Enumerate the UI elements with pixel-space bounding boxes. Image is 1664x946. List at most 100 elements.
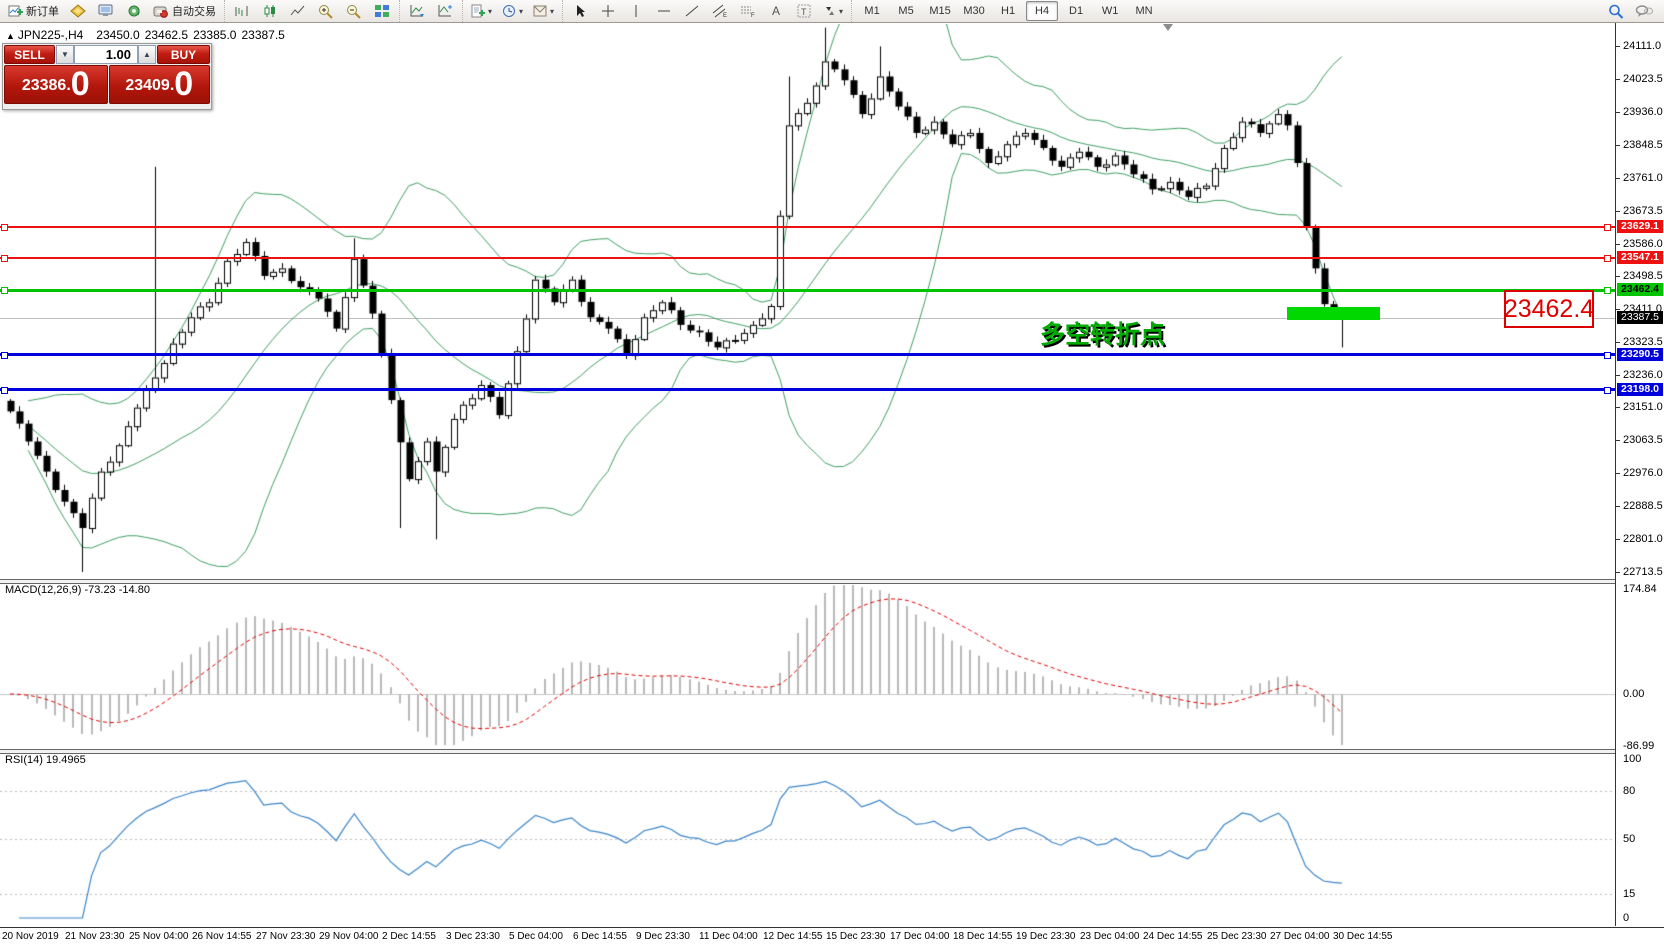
metaeditor-button[interactable]	[65, 1, 91, 21]
level-price-label: 23547.1	[1617, 251, 1663, 264]
line-chart-button[interactable]	[285, 1, 311, 21]
indicator-window-button[interactable]	[404, 1, 430, 21]
level-line-handle[interactable]	[1604, 287, 1611, 294]
price-callout-label[interactable]: 23462.4	[1504, 290, 1594, 328]
level-price-label: 23290.5	[1617, 348, 1663, 361]
timeframe-button-h1[interactable]: H1	[992, 1, 1024, 21]
timeframe-button-m1[interactable]: M1	[856, 1, 888, 21]
add-indicator-dropdown[interactable]: ▾	[488, 7, 492, 16]
price-axis-label: 23673.5	[1623, 205, 1663, 217]
cursor-icon	[574, 4, 586, 18]
buy-price-main: 23409	[125, 71, 170, 101]
collapse-icon[interactable]: ▲	[6, 31, 15, 41]
level-line-handle[interactable]	[1, 255, 8, 262]
timeframe-button-m15[interactable]: M15	[924, 1, 956, 21]
signals-button[interactable]	[121, 1, 147, 21]
volume-increase-button[interactable]: ▲	[138, 45, 156, 64]
trendline-button[interactable]	[679, 1, 705, 21]
highlight-rectangle[interactable]	[1287, 307, 1380, 320]
bar-chart-icon	[234, 4, 250, 18]
community-button[interactable]	[1631, 1, 1657, 21]
templates-button[interactable]: ▾	[529, 1, 558, 21]
zoom-out-icon	[346, 4, 362, 19]
toolbar-right	[1602, 0, 1658, 22]
rsi-scale-label: 15	[1623, 888, 1635, 900]
fibonacci-button[interactable]: F	[735, 1, 761, 21]
trade-panel-top-row: SELL ▼ 1.00 ▲ BUY	[3, 44, 211, 65]
timeframe-button-m5[interactable]: M5	[890, 1, 922, 21]
level-line-23629.1[interactable]	[0, 226, 1615, 228]
templates-dropdown[interactable]: ▾	[550, 7, 554, 16]
rsi-splitter[interactable]	[0, 749, 1664, 754]
level-line-handle[interactable]	[1, 224, 8, 231]
candlestick-chart-button[interactable]	[257, 1, 283, 21]
autotrading-button[interactable]: 自动交易	[149, 1, 220, 21]
mt4-window: { "toolbar": { "new_order_label": "新订单",…	[0, 0, 1664, 946]
level-line-23547.1[interactable]	[0, 257, 1615, 259]
text-button[interactable]: A	[763, 1, 789, 21]
arrows-button[interactable]: ▾	[819, 1, 847, 21]
turning-point-annotation[interactable]: 多空转折点	[1040, 315, 1165, 351]
macd-splitter[interactable]	[0, 579, 1664, 584]
time-axis-label: 26 Nov 14:55	[192, 931, 252, 942]
time-axis-label: 24 Dec 14:55	[1143, 931, 1203, 942]
price-axis-tick	[1616, 407, 1620, 408]
level-line-handle[interactable]	[1, 287, 8, 294]
search-button[interactable]	[1603, 1, 1629, 21]
level-line-23462.4[interactable]	[0, 289, 1615, 292]
buy-button[interactable]: BUY	[157, 45, 210, 64]
timeframe-button-h4[interactable]: H4	[1026, 1, 1058, 21]
price-axis[interactable]: 24111.024023.523936.023848.523761.023673…	[1615, 23, 1664, 926]
zoom-out-button[interactable]	[341, 1, 367, 21]
autotrading-label: 自动交易	[172, 3, 216, 19]
indicator-window-icon	[409, 4, 425, 18]
time-axis[interactable]: 20 Nov 201921 Nov 23:3025 Nov 04:0026 No…	[0, 927, 1664, 946]
chart-shift-marker[interactable]	[1163, 24, 1173, 31]
level-line-handle[interactable]	[1604, 387, 1611, 394]
objects-window-button[interactable]	[432, 1, 458, 21]
cursor-button[interactable]	[567, 1, 593, 21]
sell-button[interactable]: SELL	[4, 45, 55, 64]
volume-decrease-button[interactable]: ▼	[56, 45, 74, 64]
level-line-handle[interactable]	[1604, 224, 1611, 231]
fibonacci-icon: F	[740, 4, 756, 18]
sell-price-frac: 0	[71, 67, 90, 101]
price-axis-label: 23498.5	[1623, 270, 1663, 282]
tile-windows-button[interactable]	[369, 1, 395, 21]
timeframe-button-mn[interactable]: MN	[1128, 1, 1160, 21]
ohlc-low: 23385.0	[193, 28, 236, 42]
level-line-handle[interactable]	[1, 387, 8, 394]
bar-chart-button[interactable]	[229, 1, 255, 21]
level-line-handle[interactable]	[1, 352, 8, 359]
level-line-handle[interactable]	[1604, 352, 1611, 359]
time-axis-label: 9 Dec 23:30	[636, 931, 690, 942]
price-axis-tick	[1616, 572, 1620, 573]
level-line-23290.5[interactable]	[0, 353, 1615, 356]
periods-dropdown[interactable]: ▾	[519, 7, 523, 16]
symbol-name: JPN225-,H4	[18, 28, 83, 42]
rsi-scale-label: 0	[1623, 912, 1629, 924]
timeframe-button-d1[interactable]: D1	[1060, 1, 1092, 21]
timeframe-button-w1[interactable]: W1	[1094, 1, 1126, 21]
vertical-line-button[interactable]	[623, 1, 649, 21]
terminal-button[interactable]	[93, 1, 119, 21]
rsi-plot[interactable]	[0, 752, 1615, 926]
zoom-in-button[interactable]	[313, 1, 339, 21]
add-indicator-button[interactable]: ▾	[467, 1, 496, 21]
crosshair-button[interactable]	[595, 1, 621, 21]
level-line-handle[interactable]	[1604, 255, 1611, 262]
timeframe-button-m30[interactable]: M30	[958, 1, 990, 21]
volume-input[interactable]: 1.00	[74, 45, 138, 64]
clock-icon	[502, 4, 517, 18]
candlestick-plot[interactable]	[0, 24, 1615, 578]
horizontal-line-button[interactable]	[651, 1, 677, 21]
chart-window: 24111.024023.523936.023848.523761.023673…	[0, 22, 1664, 946]
arrows-dropdown[interactable]: ▾	[839, 7, 843, 16]
text-label-button[interactable]: T	[791, 1, 817, 21]
periods-button[interactable]: ▾	[498, 1, 527, 21]
one-click-trade-panel: SELL ▼ 1.00 ▲ BUY 23386.0 23409.0	[2, 43, 212, 110]
new-order-button[interactable]: 新订单	[4, 1, 63, 21]
macd-plot[interactable]	[0, 582, 1615, 748]
level-line-23198.0[interactable]	[0, 388, 1615, 391]
equidistant-channel-button[interactable]: E	[707, 1, 733, 21]
